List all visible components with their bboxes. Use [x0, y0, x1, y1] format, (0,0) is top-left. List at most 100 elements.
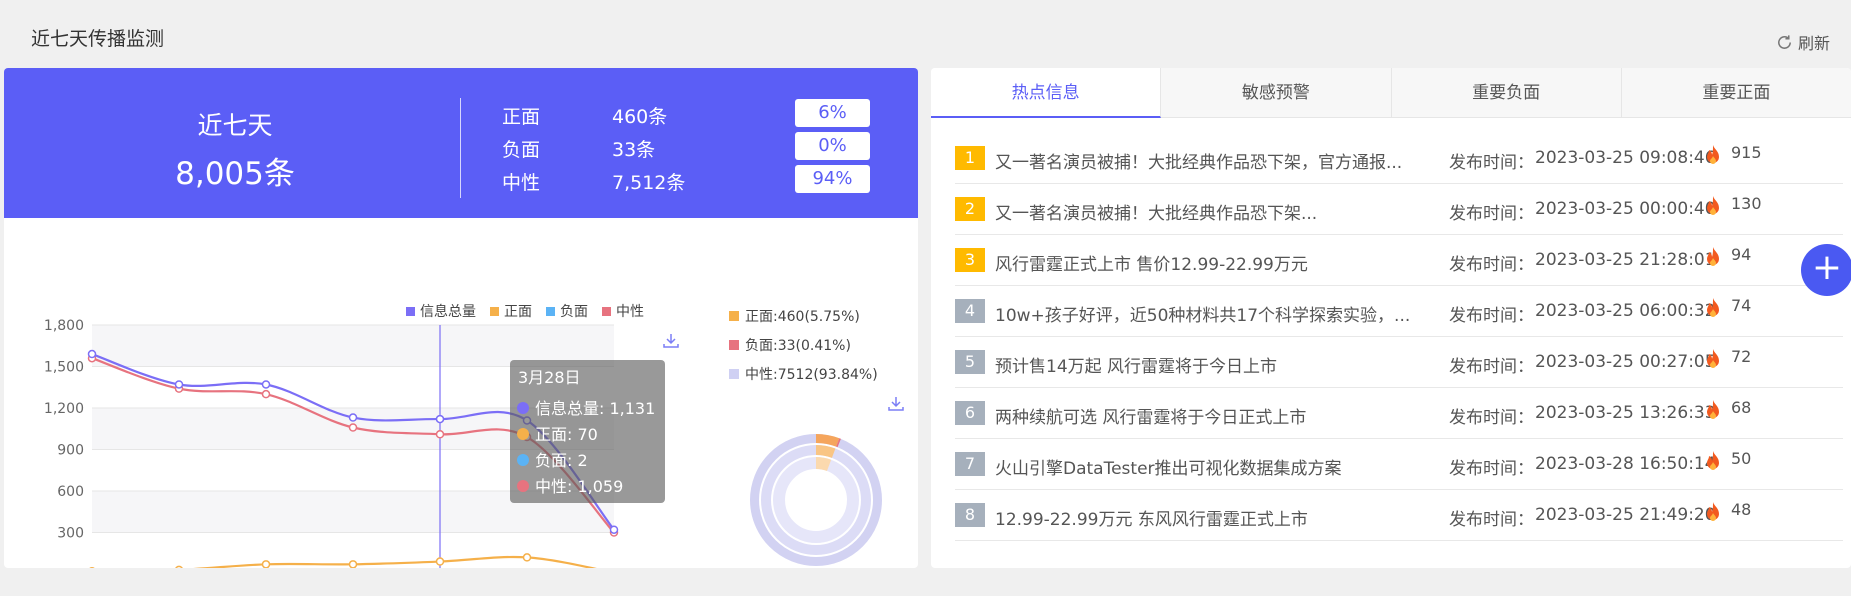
news-tabs: 热点信息 敏感预警 重要负面 重要正面 — [931, 68, 1851, 118]
publish-time: 2023-03-25 21:28:01 — [1535, 250, 1716, 270]
data-point — [348, 423, 358, 432]
news-row[interactable]: 5 预计售14万起 风行雷霆将于今日上市 发布时间： 2023-03-25 00:27… — [955, 337, 1843, 388]
summary-total: 近七天 8,005条 — [4, 106, 466, 193]
fire-icon — [1707, 145, 1719, 164]
publish-time-label: 发布时间： — [1449, 408, 1534, 428]
heat-count: 72 — [1731, 347, 1752, 366]
publish-time-label: 发布时间： — [1449, 357, 1534, 377]
y-tick-label: 300 — [57, 526, 84, 542]
rank-badge: 1 — [955, 146, 985, 170]
summary-count: 7,512条 — [612, 172, 686, 194]
summary-percent-badge: 94% — [795, 165, 870, 193]
rank-badge: 8 — [955, 503, 985, 527]
heat-count: 94 — [1731, 245, 1752, 264]
fire-icon — [1707, 247, 1719, 266]
data-point — [261, 389, 271, 399]
data-point — [348, 413, 358, 422]
data-point — [609, 525, 619, 534]
heat-count: 48 — [1731, 500, 1752, 519]
tooltip-dot — [517, 402, 529, 414]
hot-news-panel: 热点信息 敏感预警 重要负面 重要正面 1 又一著名演员被捕！大批经典作品恐下架，… — [931, 68, 1851, 568]
news-title[interactable]: 预计售14万起 风行雷霆将于今日上市 — [995, 352, 1415, 377]
heat-count: 130 — [1731, 194, 1762, 213]
publish-time-label: 发布时间： — [1449, 306, 1534, 326]
news-row[interactable]: 3 风行雷霆正式上市 售价12.99-22.99万元 发布时间： 2023-03-25… — [955, 235, 1843, 286]
legend-label: 正面 — [504, 304, 532, 320]
news-row[interactable]: 8 12.99-22.99万元 东风风行雷霆正式上市 发布时间： 2023-03-25… — [955, 490, 1843, 541]
trend-panel: 近七天 8,005条 正面 460条 6% 负面 33条 0% 中性 7,512… — [4, 68, 918, 568]
news-row[interactable]: 6 两种续航可选 风行雷霆将于今日正式上市 发布时间： 2023-03-25 13:2… — [955, 388, 1843, 439]
download-icon[interactable] — [888, 397, 904, 411]
tooltip-item: 负面: 2 — [535, 451, 588, 470]
summary-row-positive: 正面 460条 6% — [502, 99, 902, 131]
publish-time: 2023-03-25 00:27:05 — [1535, 352, 1716, 372]
news-title[interactable]: 火山引擎DataTester推出可视化数据集成方案 — [995, 454, 1415, 479]
summary-row-neutral: 中性 7,512条 94% — [502, 165, 902, 197]
news-title[interactable]: 又一著名演员被捕！大批经典作品恐下架... — [995, 199, 1415, 224]
news-row[interactable]: 4 10w+孩子好评，近50种材料共17个科学探索实验，... 发布时间： 2023-… — [955, 286, 1843, 337]
rank-badge: 4 — [955, 299, 985, 323]
data-point — [435, 414, 445, 424]
data-point — [435, 430, 445, 439]
y-tick-label: 600 — [57, 484, 84, 500]
tooltip-dot — [517, 480, 529, 492]
legend-swatch — [546, 307, 555, 316]
summary-label: 中性 — [502, 172, 541, 194]
download-icon[interactable] — [663, 334, 679, 348]
fire-icon — [1707, 298, 1719, 317]
data-point — [261, 380, 271, 389]
page-title: 近七天传播监测 — [31, 28, 165, 50]
fire-icon — [1707, 400, 1719, 419]
legend-label: 中性 — [616, 304, 644, 320]
legend-swatch — [490, 307, 499, 316]
tab-hot-info[interactable]: 热点信息 — [931, 68, 1162, 118]
summary-count: 460条 — [612, 106, 668, 128]
heat-count: 50 — [1731, 449, 1752, 468]
heat-count: 74 — [1731, 296, 1752, 315]
data-point — [175, 565, 183, 568]
summary-percent-badge: 6% — [795, 99, 870, 127]
news-row[interactable]: 7 火山引擎DataTester推出可视化数据集成方案 发布时间： 2023-03-2… — [955, 439, 1843, 490]
summary-total-count: 8,005条 — [175, 156, 295, 192]
chart-area: 03006009001,2001,5001,8003月25日3月26日3月27日… — [4, 218, 918, 568]
summary-percent-badge: 0% — [795, 132, 870, 160]
news-title[interactable]: 风行雷霆正式上市 售价12.99-22.99万元 — [995, 250, 1415, 275]
publish-time: 2023-03-25 06:00:32 — [1535, 301, 1716, 321]
summary-divider — [460, 98, 461, 198]
news-title[interactable]: 又一著名演员被捕！大批经典作品恐下架，官方通报... — [995, 148, 1415, 173]
heat-count: 68 — [1731, 398, 1752, 417]
pie-legend-swatch — [729, 340, 739, 350]
news-row[interactable]: 1 又一著名演员被捕！大批经典作品恐下架，官方通报... 发布时间： 2023-03-… — [955, 133, 1843, 184]
pie-legend-label: 负面:33(0.41%) — [745, 338, 851, 354]
rank-badge: 2 — [955, 197, 985, 221]
refresh-button[interactable]: 刷新 — [1775, 30, 1830, 54]
legend-label: 信息总量 — [420, 303, 476, 320]
tab-important-negative[interactable]: 重要负面 — [1391, 68, 1622, 118]
summary-label: 负面 — [502, 139, 541, 161]
summary-title: 近七天 — [197, 111, 273, 140]
y-tick-label: 0 — [75, 567, 84, 568]
pie-legend-swatch — [729, 369, 739, 379]
tooltip-item: 正面: 70 — [535, 425, 598, 444]
tab-sensitive-alert[interactable]: 敏感预警 — [1161, 68, 1392, 118]
page-header: 近七天传播监测 刷新 — [0, 0, 1851, 68]
rank-badge: 5 — [955, 350, 985, 374]
publish-time: 2023-03-28 16:50:14 — [1535, 454, 1716, 474]
chart-tooltip: 3月28日信息总量: 1,131 正面: 70 负面: 2 中性: 1,059 — [510, 360, 665, 503]
publish-time: 2023-03-25 21:49:20 — [1535, 505, 1716, 525]
publish-time-label: 发布时间： — [1449, 153, 1534, 173]
news-title[interactable]: 10w+孩子好评，近50种材料共17个科学探索实验，... — [995, 301, 1415, 326]
news-row[interactable]: 2 又一著名演员被捕！大批经典作品恐下架... 发布时间： 2023-03-25 00… — [955, 184, 1843, 235]
fire-icon — [1707, 349, 1719, 368]
publish-time-label: 发布时间： — [1449, 204, 1534, 224]
donut-hole — [785, 469, 847, 531]
tab-important-positive[interactable]: 重要正面 — [1621, 68, 1851, 118]
news-title[interactable]: 两种续航可选 风行雷霆将于今日正式上市 — [995, 403, 1415, 428]
tooltip-item: 信息总量: 1,131 — [535, 399, 655, 418]
refresh-label: 刷新 — [1797, 34, 1830, 53]
y-tick-label: 900 — [57, 443, 84, 459]
add-button[interactable]: + — [1801, 244, 1851, 296]
data-point — [435, 557, 445, 566]
refresh-icon — [1778, 34, 1791, 49]
news-title[interactable]: 12.99-22.99万元 东风风行雷霆正式上市 — [995, 505, 1415, 530]
